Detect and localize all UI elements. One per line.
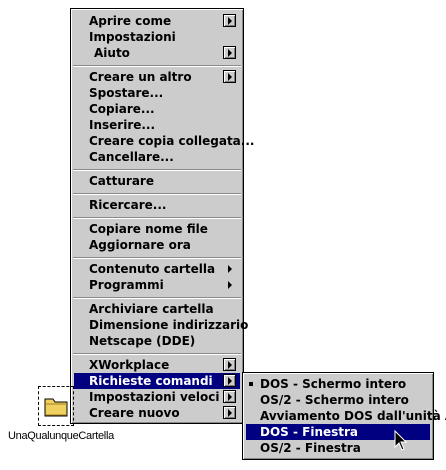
menu-item-ricercare[interactable]: Ricercare...	[74, 197, 240, 213]
menu-separator	[73, 193, 241, 195]
menu-item-copiare-nome-file[interactable]: Copiare nome file	[74, 221, 240, 237]
menu-item-label: OS/2 - Finestra	[260, 441, 361, 455]
menu-separator	[73, 65, 241, 67]
menu-separator	[73, 257, 241, 259]
menu-item-label: DOS - Finestra	[260, 425, 359, 439]
menu-item-cancellare[interactable]: Cancellare...	[74, 149, 240, 165]
submenu-item-dos-schermo-intero[interactable]: DOS - Schermo intero	[246, 376, 430, 392]
desktop-folder-label: UnaQualunqueCartella	[8, 430, 114, 442]
menu-item-impostazioni-veloci[interactable]: Impostazioni veloci	[74, 389, 240, 405]
default-marker-icon	[249, 382, 253, 386]
menu-item-label: Impostazioni veloci	[89, 390, 220, 404]
menu-item-label: Creare nuovo	[89, 406, 180, 420]
menu-item-impostazioni[interactable]: Impostazioni	[74, 29, 240, 45]
submenu-button-icon[interactable]	[223, 406, 236, 419]
menu-item-label: Impostazioni	[89, 30, 176, 44]
menu-item-creare-copia-collegata[interactable]: Creare copia collegata...	[74, 133, 254, 149]
menu-item-label: Ricercare...	[89, 198, 167, 212]
menu-item-xworkplace[interactable]: XWorkplace	[74, 357, 240, 373]
menu-item-label: Aggiornare ora	[89, 238, 191, 252]
menu-item-programmi[interactable]: Programmi	[74, 277, 240, 293]
menu-item-label: Richieste comandi	[89, 374, 213, 388]
menu-item-aiuto[interactable]: Aiuto	[74, 45, 240, 61]
submenu-item-avviamento-dos[interactable]: Avviamento DOS dall'unità A:	[246, 408, 446, 424]
menu-item-netscape-dde[interactable]: Netscape (DDE)	[74, 333, 240, 349]
submenu-button-icon[interactable]	[223, 70, 236, 83]
menu-separator	[73, 169, 241, 171]
menu-item-aprire-come[interactable]: Aprire come	[74, 13, 240, 29]
menu-item-label: Dimensione indirizzario	[89, 318, 249, 332]
menu-item-label: Catturare	[89, 174, 154, 188]
menu-item-label: Netscape (DDE)	[89, 334, 196, 348]
menu-item-label: Inserire...	[89, 118, 156, 132]
menu-item-label: Aprire come	[89, 14, 172, 28]
menu-item-inserire[interactable]: Inserire...	[74, 117, 240, 133]
menu-item-label: OS/2 - Schermo intero	[260, 393, 409, 407]
menu-item-label: Copiare nome file	[89, 222, 208, 236]
submenu-arrow-icon	[228, 265, 232, 273]
submenu-button-icon[interactable]	[223, 14, 236, 27]
submenu-button-icon[interactable]	[223, 374, 236, 387]
desktop-folder[interactable]	[38, 386, 74, 426]
submenu-button-icon[interactable]	[223, 358, 236, 371]
menu-separator	[73, 217, 241, 219]
menu-item-copiare[interactable]: Copiare...	[74, 101, 240, 117]
menu-item-label: XWorkplace	[89, 358, 170, 372]
submenu-button-icon[interactable]	[223, 46, 236, 59]
menu-item-creare-nuovo[interactable]: Creare nuovo	[74, 405, 240, 421]
folder-icon	[44, 398, 68, 417]
menu-item-label: Copiare...	[89, 102, 155, 116]
menu-item-label: Archiviare cartella	[89, 302, 214, 316]
submenu-arrow-icon	[228, 281, 232, 289]
menu-item-contenuto-cartella[interactable]: Contenuto cartella	[74, 261, 240, 277]
menu-item-archiviare-cartella[interactable]: Archiviare cartella	[74, 301, 240, 317]
menu-item-label: Creare copia collegata...	[89, 134, 255, 148]
menu-item-label: Creare un altro	[89, 70, 192, 84]
submenu-button-icon[interactable]	[223, 390, 236, 403]
context-menu: Aprire come Impostazioni Aiuto Creare un…	[70, 8, 254, 424]
menu-item-label: Contenuto cartella	[89, 262, 216, 276]
mouse-pointer-icon	[394, 430, 408, 451]
menu-separator	[73, 297, 241, 299]
menu-item-dimensione-indirizzario[interactable]: Dimensione indirizzario	[74, 317, 248, 333]
menu-item-label: Spostare...	[89, 86, 164, 100]
menu-item-aggiornare-ora[interactable]: Aggiornare ora	[74, 237, 240, 253]
menu-item-spostare[interactable]: Spostare...	[74, 85, 240, 101]
submenu-item-os2-schermo-intero[interactable]: OS/2 - Schermo intero	[246, 392, 430, 408]
menu-item-label: Programmi	[89, 278, 164, 292]
menu-item-richieste-comandi[interactable]: Richieste comandi	[74, 373, 240, 389]
menu-item-label: Aiuto	[94, 46, 130, 60]
menu-item-label: DOS - Schermo intero	[260, 377, 407, 391]
menu-item-label: Cancellare...	[89, 150, 174, 164]
menu-item-creare-un-altro[interactable]: Creare un altro	[74, 69, 240, 85]
menu-item-catturare[interactable]: Catturare	[74, 173, 240, 189]
menu-item-label: Avviamento DOS dall'unità A:	[260, 409, 446, 423]
menu-separator	[73, 353, 241, 355]
